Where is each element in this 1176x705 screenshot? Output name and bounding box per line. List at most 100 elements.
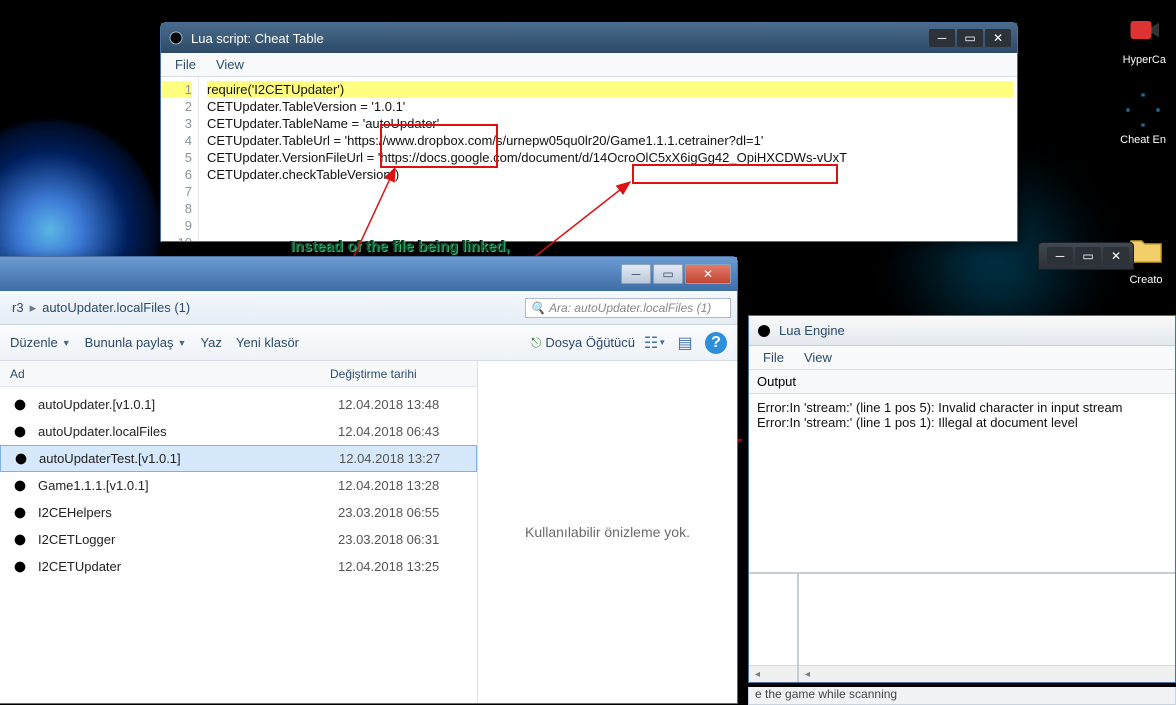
- maximize-button[interactable]: ▭: [653, 264, 683, 284]
- file-name: I2CETLogger: [38, 532, 338, 547]
- column-headers[interactable]: Ad Değiştirme tarihi: [0, 361, 477, 387]
- file-date: 23.03.2018 06:55: [338, 505, 467, 520]
- file-row[interactable]: autoUpdater.[v1.0.1]12.04.2018 13:48: [0, 391, 477, 418]
- scrollbar-horizontal[interactable]: ◂: [799, 665, 1175, 682]
- help-icon[interactable]: ?: [705, 332, 727, 354]
- maximize-button[interactable]: ▭: [1075, 247, 1101, 265]
- scrollbar-horizontal[interactable]: ◂: [749, 665, 797, 682]
- engine-input-area[interactable]: ◂: [799, 574, 1175, 682]
- menu-file[interactable]: File: [165, 55, 206, 74]
- close-button[interactable]: ✕: [685, 264, 731, 284]
- code-body[interactable]: require('I2CETUpdater')CETUpdater.TableV…: [199, 77, 1017, 241]
- line-number: 4: [161, 132, 192, 149]
- code-line[interactable]: CETUpdater.checkTableVersion(): [207, 166, 1013, 183]
- titlebar[interactable]: Lua script: Cheat Table ─ ▭ ✕: [161, 23, 1017, 53]
- cheat-engine-icon: [10, 422, 30, 442]
- file-list-pane: Ad Değiştirme tarihi autoUpdater.[v1.0.1…: [0, 361, 478, 703]
- preview-pane-icon[interactable]: ▤: [675, 333, 695, 353]
- search-placeholder: Ara: autoUpdater.localFiles (1): [549, 301, 711, 315]
- error-line: Error:In 'stream:' (line 1 pos 5): Inval…: [757, 400, 1167, 415]
- cheat-engine-icon: [11, 449, 31, 469]
- code-line[interactable]: CETUpdater.TableName = 'autoUpdater': [207, 115, 1013, 132]
- line-number: 6: [161, 166, 192, 183]
- file-row[interactable]: autoUpdaterTest.[v1.0.1]12.04.2018 13:27: [0, 445, 477, 472]
- breadcrumb[interactable]: r3 ▸ autoUpdater.localFiles (1): [6, 297, 196, 318]
- hypercam-icon: [1124, 10, 1164, 50]
- code-line[interactable]: CETUpdater.VersionFileUrl = 'https://doc…: [207, 149, 1013, 166]
- file-name: autoUpdater.localFiles: [38, 424, 338, 439]
- view-options-icon[interactable]: ☷▼: [645, 333, 665, 353]
- minimize-button[interactable]: ─: [621, 264, 651, 284]
- close-button[interactable]: ✕: [1103, 247, 1129, 265]
- line-number: 3: [161, 115, 192, 132]
- line-number: 1: [161, 81, 192, 98]
- desktop-icon-hypercam[interactable]: HyperCa: [1123, 10, 1166, 66]
- desktop-icon-label: HyperCa: [1123, 54, 1166, 66]
- search-input[interactable]: 🔍 Ara: autoUpdater.localFiles (1): [525, 298, 731, 318]
- menubar: File View: [749, 346, 1175, 370]
- file-row[interactable]: autoUpdater.localFiles12.04.2018 06:43: [0, 418, 477, 445]
- tool-share[interactable]: Bununla paylaş▼: [85, 335, 187, 350]
- cheat-engine-icon: [10, 530, 30, 550]
- file-row[interactable]: I2CEHelpers23.03.2018 06:55: [0, 499, 477, 526]
- cheat-engine-icon: [10, 476, 30, 496]
- background-window-controls: ─ ▭ ✕: [1038, 242, 1134, 270]
- tool-write[interactable]: Yaz: [200, 335, 221, 350]
- file-date: 23.03.2018 06:31: [338, 532, 467, 547]
- scroll-left-icon[interactable]: ◂: [799, 666, 816, 683]
- desktop-icon-label: Cheat En: [1120, 134, 1166, 146]
- minimize-button[interactable]: ─: [1047, 247, 1073, 265]
- code-line[interactable]: require('I2CETUpdater'): [207, 81, 1013, 98]
- file-row[interactable]: I2CETLogger23.03.2018 06:31: [0, 526, 477, 553]
- code-line[interactable]: CETUpdater.TableUrl = 'https://www.dropb…: [207, 132, 1013, 149]
- file-row[interactable]: I2CETUpdater12.04.2018 13:25: [0, 553, 477, 580]
- maximize-button[interactable]: ▭: [957, 29, 983, 47]
- cheat-engine-icon: [1123, 90, 1163, 130]
- crumb[interactable]: autoUpdater.localFiles (1): [36, 297, 196, 318]
- col-date[interactable]: Değiştirme tarihi: [330, 367, 467, 381]
- titlebar[interactable]: Lua Engine: [749, 316, 1175, 346]
- preview-message: Kullanılabilir önizleme yok.: [525, 524, 690, 540]
- cheat-engine-icon: [10, 557, 30, 577]
- tool-newfolder[interactable]: Yeni klasör: [236, 335, 299, 350]
- file-row[interactable]: Game1.1.1.[v1.0.1]12.04.2018 13:28: [0, 472, 477, 499]
- output-body[interactable]: Error:In 'stream:' (line 1 pos 5): Inval…: [749, 394, 1175, 574]
- menu-view[interactable]: View: [206, 55, 254, 74]
- line-number: 2: [161, 98, 192, 115]
- cheat-engine-icon: [167, 29, 185, 47]
- scroll-left-icon[interactable]: ◂: [749, 666, 766, 683]
- desktop-icon-label: Creato: [1126, 274, 1166, 286]
- file-name: autoUpdaterTest.[v1.0.1]: [39, 451, 339, 466]
- crumb[interactable]: r3: [6, 297, 30, 318]
- line-number: 7: [161, 183, 192, 200]
- file-list: autoUpdater.[v1.0.1]12.04.2018 13:48auto…: [0, 387, 477, 584]
- file-name: Game1.1.1.[v1.0.1]: [38, 478, 338, 493]
- lua-script-window: Lua script: Cheat Table ─ ▭ ✕ File View …: [160, 22, 1018, 242]
- col-name[interactable]: Ad: [10, 367, 330, 381]
- preview-pane: Kullanılabilir önizleme yok.: [478, 361, 737, 703]
- tool-shredder[interactable]: ⎋Dosya Öğütücü: [531, 335, 635, 351]
- line-number: 8: [161, 200, 192, 217]
- menu-view[interactable]: View: [794, 348, 842, 367]
- minimize-button[interactable]: ─: [929, 29, 955, 47]
- search-icon: 🔍: [530, 301, 545, 315]
- line-gutter: 12345678910: [161, 77, 199, 241]
- desktop-icon-cheatengine[interactable]: Cheat En: [1120, 90, 1166, 146]
- status-bar: e the game while scanning: [748, 687, 1176, 705]
- menu-file[interactable]: File: [753, 348, 794, 367]
- error-line: Error:In 'stream:' (line 1 pos 1): Illeg…: [757, 415, 1167, 430]
- close-button[interactable]: ✕: [985, 29, 1011, 47]
- file-date: 12.04.2018 13:48: [338, 397, 467, 412]
- titlebar[interactable]: ─ ▭ ✕: [0, 257, 737, 291]
- cheat-engine-icon: [10, 503, 30, 523]
- file-date: 12.04.2018 13:28: [338, 478, 467, 493]
- window-title: Lua Engine: [779, 323, 1169, 338]
- engine-input-gutter: ◂: [749, 574, 799, 682]
- file-date: 12.04.2018 13:25: [338, 559, 467, 574]
- tool-organize[interactable]: Düzenle▼: [10, 335, 71, 350]
- line-number: 5: [161, 149, 192, 166]
- code-editor[interactable]: 12345678910 require('I2CETUpdater')CETUp…: [161, 77, 1017, 241]
- explorer-toolbar: Düzenle▼ Bununla paylaş▼ Yaz Yeni klasör…: [0, 325, 737, 361]
- shredder-icon: ⎋: [531, 335, 541, 351]
- code-line[interactable]: CETUpdater.TableVersion = '1.0.1': [207, 98, 1013, 115]
